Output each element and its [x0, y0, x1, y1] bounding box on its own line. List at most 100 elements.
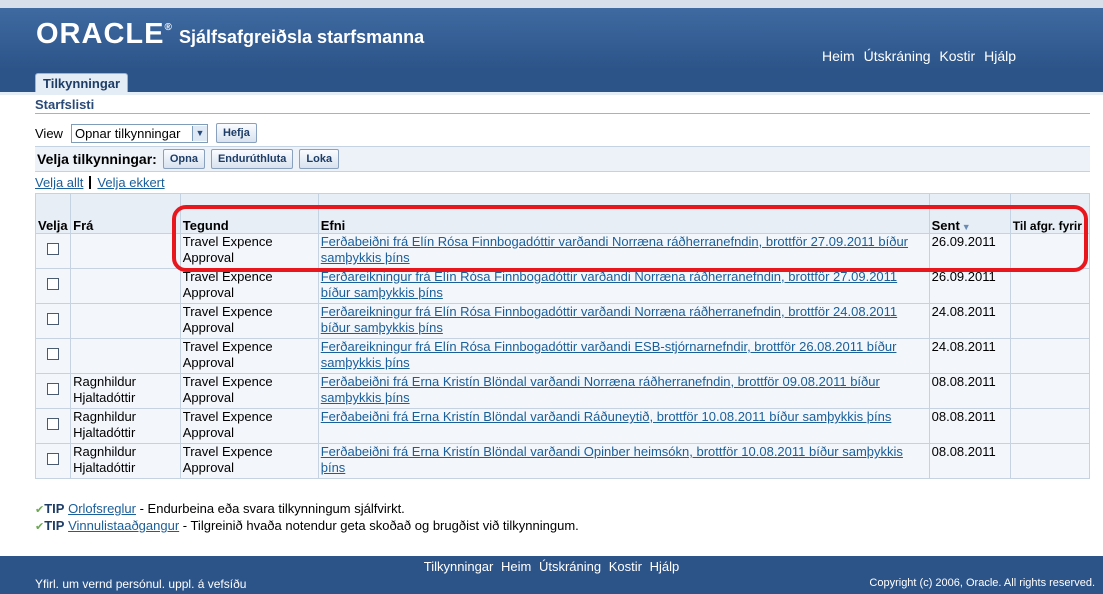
subject-link[interactable]: Ferðareikningur frá Elín Rósa Finnbogadó… — [321, 304, 897, 335]
global-nav-preferences[interactable]: Kostir — [939, 48, 975, 64]
row-checkbox[interactable] — [47, 278, 60, 290]
table-row: Ragnhildur Hjaltadóttir Travel Expence A… — [34, 373, 1091, 409]
subject-link[interactable]: Ferðareikningur frá Elín Rósa Finnbogadó… — [321, 339, 897, 370]
view-select[interactable]: Opnar tilkynningar ▼ — [70, 123, 208, 143]
checkmark-icon: ✔ — [35, 504, 45, 516]
col-select: Velja — [34, 193, 72, 234]
oracle-logo: ORACLE® — [36, 18, 173, 50]
subject-cell: Ferðareikningur frá Elín Rósa Finnbogadó… — [317, 338, 930, 374]
table-header-row: Velja Frá Tegund Efni Sent ▼ Til afgr. fy… — [34, 193, 1091, 234]
tips: ✔TIP Orlofsreglur - Endurbeina eða svara… — [35, 501, 579, 535]
col-subject[interactable]: Efni — [317, 193, 930, 234]
global-nav: Heim Útskráning Kostir Hjálp — [817, 48, 1016, 64]
due-cell — [1009, 303, 1091, 339]
subject-link[interactable]: Ferðareikningur frá Elín Rósa Finnbogadó… — [321, 269, 897, 300]
row-select-cell — [34, 408, 72, 444]
from-cell — [70, 303, 181, 339]
from-cell: Ragnhildur Hjaltadóttir — [70, 443, 181, 479]
col-sent[interactable]: Sent ▼ — [928, 193, 1011, 234]
type-cell: Travel Expence Approval — [179, 303, 319, 339]
footer-nav-help[interactable]: Hjálp — [650, 559, 680, 574]
sent-cell: 08.08.2011 — [928, 408, 1011, 444]
row-select-cell — [34, 443, 72, 479]
type-cell: Travel Expence Approval — [179, 338, 319, 374]
row-select-cell — [34, 373, 72, 409]
row-checkbox[interactable] — [47, 348, 60, 360]
worklist-access-link[interactable]: Vinnulistaaðgangur — [68, 518, 179, 533]
table-row: Travel Expence Approval Ferðareikningur … — [34, 268, 1091, 304]
row-checkbox[interactable] — [47, 418, 60, 430]
col-type[interactable]: Tegund — [179, 193, 319, 234]
row-checkbox[interactable] — [47, 383, 60, 395]
from-cell — [70, 268, 181, 304]
from-cell — [70, 233, 181, 269]
tab-underline — [0, 92, 1103, 95]
col-sent-label: Sent — [931, 218, 960, 233]
tip-item: ✔TIP Orlofsreglur - Endurbeina eða svara… — [35, 501, 579, 518]
type-cell: Travel Expence Approval — [179, 408, 319, 444]
global-nav-logout[interactable]: Útskráning — [864, 48, 931, 64]
subject-link[interactable]: Ferðabeiðni frá Erna Kristín Blöndal var… — [321, 444, 903, 475]
subject-link[interactable]: Ferðabeiðni frá Erna Kristín Blöndal var… — [321, 374, 880, 405]
table-row: Travel Expence Approval Ferðabeiðni frá … — [34, 233, 1091, 269]
reassign-button[interactable]: Endurúthluta — [210, 149, 294, 169]
privacy-link[interactable]: Yfirl. um vernd persónul. uppl. á vefsíð… — [35, 577, 246, 591]
footer-nav-notifications[interactable]: Tilkynningar — [424, 559, 494, 574]
table-row: Travel Expence Approval Ferðareikningur … — [34, 338, 1091, 374]
row-checkbox[interactable] — [47, 243, 60, 255]
tab-notifications[interactable]: Tilkynningar — [35, 73, 129, 93]
subject-link[interactable]: Ferðabeiðni frá Erna Kristín Blöndal var… — [321, 409, 892, 424]
sent-cell: 24.08.2011 — [928, 303, 1011, 339]
tip-text: - Tilgreinið hvaða notendur geta skoðað … — [179, 518, 579, 533]
due-cell — [1009, 408, 1091, 444]
close-button[interactable]: Loka — [299, 149, 340, 169]
row-checkbox[interactable] — [47, 313, 60, 325]
tip-text: - Endurbeina eða svara tilkynningum sjál… — [136, 501, 405, 516]
type-cell: Travel Expence Approval — [179, 373, 319, 409]
due-cell — [1009, 443, 1091, 479]
tip-label: TIP — [44, 518, 65, 533]
sent-cell: 26.09.2011 — [928, 233, 1011, 269]
select-none-link[interactable]: Velja ekkert — [97, 175, 164, 190]
vacation-rules-link[interactable]: Orlofsreglur — [68, 501, 136, 516]
row-select-cell — [34, 303, 72, 339]
page-footer: Tilkynningar Heim Útskráning Kostir Hjál… — [0, 556, 1103, 594]
from-cell: Ragnhildur Hjaltadóttir — [70, 408, 181, 444]
tip-label: TIP — [44, 501, 65, 516]
sort-descending-icon: ▼ — [961, 222, 971, 232]
open-button[interactable]: Opna — [162, 149, 205, 169]
tip-item: ✔TIP Vinnulistaaðgangur - Tilgreinið hva… — [35, 518, 579, 535]
from-cell: Ragnhildur Hjaltadóttir — [70, 373, 181, 409]
footer-nav-logout[interactable]: Útskráning — [539, 559, 601, 574]
selection-links: Velja allt Velja ekkert — [35, 175, 165, 190]
actions-label: Velja tilkynningar: — [37, 151, 157, 167]
due-cell — [1009, 373, 1091, 409]
subject-cell: Ferðabeiðni frá Elín Rósa Finnbogadóttir… — [317, 233, 930, 269]
table-row: Ragnhildur Hjaltadóttir Travel Expence A… — [34, 408, 1091, 444]
app-title: Sjálfsafgreiðsla starfsmanna — [179, 27, 425, 47]
subject-cell: Ferðabeiðni frá Erna Kristín Blöndal var… — [317, 373, 930, 409]
type-cell: Travel Expence Approval — [179, 233, 319, 269]
global-nav-home[interactable]: Heim — [822, 48, 855, 64]
select-all-link[interactable]: Velja allt — [35, 175, 83, 190]
type-cell: Travel Expence Approval — [179, 268, 319, 304]
from-cell — [70, 338, 181, 374]
subject-link[interactable]: Ferðabeiðni frá Elín Rósa Finnbogadóttir… — [321, 234, 908, 265]
sent-cell: 24.08.2011 — [928, 338, 1011, 374]
go-button[interactable]: Hefja — [215, 123, 257, 143]
due-cell — [1009, 268, 1091, 304]
tab-bar: Tilkynningar — [0, 70, 1103, 93]
sent-cell: 08.08.2011 — [928, 443, 1011, 479]
chevron-down-icon[interactable]: ▼ — [191, 125, 207, 141]
col-from[interactable]: Frá — [70, 193, 181, 234]
table-row: Ragnhildur Hjaltadóttir Travel Expence A… — [34, 443, 1091, 479]
footer-nav-preferences[interactable]: Kostir — [609, 559, 642, 574]
checkmark-icon: ✔ — [35, 521, 45, 533]
col-due[interactable]: Til afgr. fyrir — [1009, 193, 1091, 234]
table-row: Travel Expence Approval Ferðareikningur … — [34, 303, 1091, 339]
type-cell: Travel Expence Approval — [179, 443, 319, 479]
row-checkbox[interactable] — [47, 453, 60, 465]
footer-nav-home[interactable]: Heim — [501, 559, 531, 574]
section-title: Starfslisti — [35, 97, 1090, 114]
global-nav-help[interactable]: Hjálp — [984, 48, 1016, 64]
